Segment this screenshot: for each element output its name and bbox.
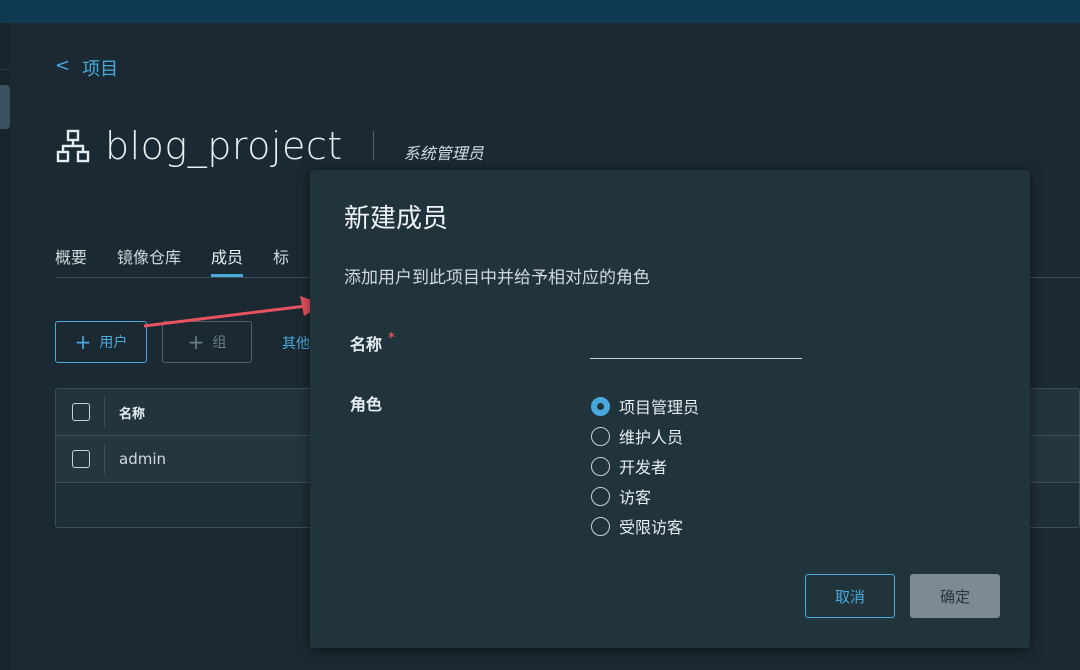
back-to-projects-link[interactable]: < 项目 (55, 55, 118, 81)
new-member-dialog: 新建成员 添加用户到此项目中并给予相对应的角色 名称 * 角色 项目管理员 维护人… (310, 170, 1030, 648)
radio-button[interactable] (591, 426, 610, 446)
radio-button[interactable] (591, 516, 610, 536)
title-divider (372, 131, 374, 161)
nav-divider (0, 69, 10, 70)
cancel-button[interactable]: 取消 (805, 574, 895, 618)
role-option-developer[interactable]: 开发者 (591, 451, 699, 481)
role-option-label: 维护人员 (619, 428, 684, 447)
project-icon (56, 129, 90, 163)
tab-repositories[interactable]: 镜像仓库 (117, 244, 181, 277)
role-option-guest[interactable]: 访客 (591, 481, 699, 511)
role-radio-group: 项目管理员 维护人员 开发者 访客 受限访客 (591, 391, 699, 541)
role-option-label: 访客 (619, 488, 652, 507)
row-checkbox[interactable] (72, 450, 90, 468)
role-option-label: 项目管理员 (619, 398, 700, 417)
role-option-label: 受限访客 (619, 518, 684, 537)
member-name: admin (119, 450, 166, 468)
select-all-checkbox[interactable] (72, 403, 90, 421)
dialog-title: 新建成员 (344, 204, 449, 234)
radio-button[interactable] (591, 456, 610, 476)
role-option-maintainer[interactable]: 维护人员 (591, 421, 699, 451)
back-link-label: 项目 (82, 59, 119, 80)
chevron-left-icon: < (55, 55, 71, 76)
annotation-arrow-icon (143, 296, 324, 328)
top-header-bar (0, 0, 1080, 23)
add-user-button[interactable]: + 用户 (55, 321, 147, 363)
nav-selected-item[interactable] (0, 85, 10, 129)
tab-members[interactable]: 成员 (211, 244, 244, 277)
plus-icon: + (74, 330, 92, 354)
name-label-text: 名称 (350, 335, 383, 354)
project-title-row: blog_project 系统管理员 (55, 124, 484, 168)
confirm-button[interactable]: 确定 (910, 574, 1000, 618)
required-mark: * (388, 331, 395, 346)
left-nav-rail (0, 23, 10, 670)
add-user-label: 用户 (99, 335, 128, 351)
project-name: blog_project (105, 124, 343, 168)
role-option-label: 开发者 (619, 458, 668, 477)
project-role: 系统管理员 (403, 144, 484, 163)
column-divider (104, 444, 105, 474)
role-field-label: 角色 (350, 395, 383, 414)
project-tabs: 概要 镜像仓库 成员 标 (55, 244, 319, 277)
dialog-description: 添加用户到此项目中并给予相对应的角色 (344, 268, 650, 288)
tab-labels[interactable]: 标 (273, 244, 289, 277)
role-option-project-admin[interactable]: 项目管理员 (591, 391, 699, 421)
radio-button[interactable] (591, 486, 610, 506)
role-option-limited-guest[interactable]: 受限访客 (591, 511, 699, 541)
radio-button[interactable] (591, 396, 610, 416)
tab-summary[interactable]: 概要 (55, 244, 87, 277)
name-column-header[interactable]: 名称 (119, 403, 145, 422)
name-field-label: 名称 * (350, 331, 395, 355)
member-name-input[interactable] (590, 330, 802, 359)
column-divider (104, 397, 105, 427)
